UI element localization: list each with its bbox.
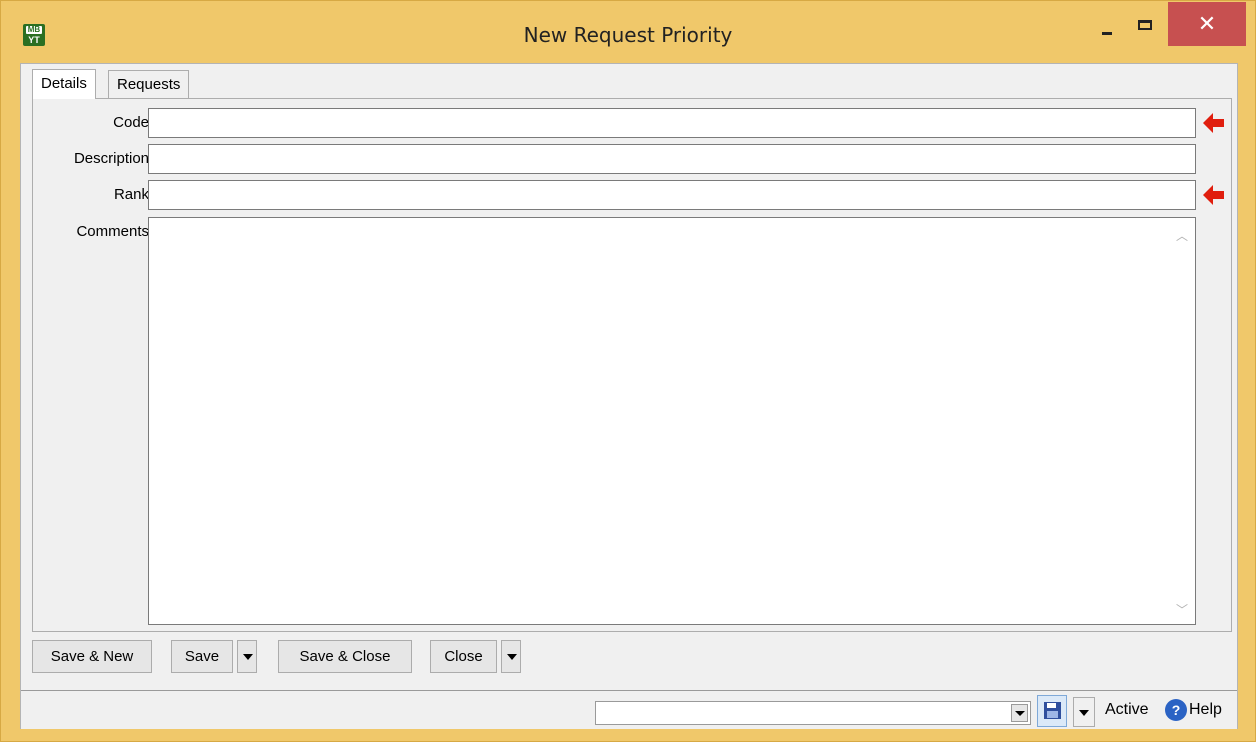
window: MB YT New Request Priority ✕ Details Req… [0,0,1256,742]
save-state-dropdown[interactable] [1073,697,1095,727]
title-bar[interactable]: MB YT New Request Priority ✕ [1,1,1255,59]
scroll-up-icon[interactable]: ︿ [1175,227,1189,243]
code-label: Code [113,114,149,131]
window-title: New Request Priority [523,23,733,47]
close-dropdown-button[interactable] [501,640,521,673]
scroll-down-icon[interactable]: ﹀ [1175,601,1189,617]
save-and-close-button[interactable]: Save & Close [278,640,412,673]
help-label: Help [1189,701,1222,718]
close-button[interactable]: Close [430,640,497,673]
button-bar: Save & New Save Save & Close Close [21,640,1237,680]
code-required-arrow-icon [1203,113,1224,133]
comments-label: Comments [76,223,149,240]
save-button[interactable]: Save [171,640,233,673]
rank-required-arrow-icon [1203,185,1224,205]
tab-requests[interactable]: Requests [108,70,190,98]
status-bar: Active ? Help [21,690,1237,729]
description-field[interactable] [148,144,1196,174]
help-link[interactable]: ? Help [1165,699,1222,723]
minimize-button[interactable] [1090,17,1124,41]
rank-label: Rank [113,186,149,203]
help-circle-icon: ? [1165,699,1187,721]
tab-details[interactable]: Details [32,69,96,99]
close-window-button[interactable]: ✕ [1168,2,1246,46]
save-and-new-button[interactable]: Save & New [32,640,152,673]
status-text: Active [1105,701,1149,718]
save-state-button[interactable] [1037,695,1067,727]
code-field[interactable] [148,108,1196,138]
floppy-disk-icon [1044,702,1061,719]
details-panel: Code Description Rank Comments ︿ ﹀ [32,98,1232,632]
save-dropdown-button[interactable] [237,640,257,673]
chevron-down-icon[interactable] [1011,704,1028,722]
client-area: Details Requests Code Description Rank C… [20,63,1238,729]
maximize-button[interactable] [1133,13,1159,37]
description-label: Description [73,150,149,167]
status-combo[interactable] [595,701,1031,725]
rank-field[interactable] [148,180,1196,210]
comments-textarea[interactable] [148,217,1196,625]
